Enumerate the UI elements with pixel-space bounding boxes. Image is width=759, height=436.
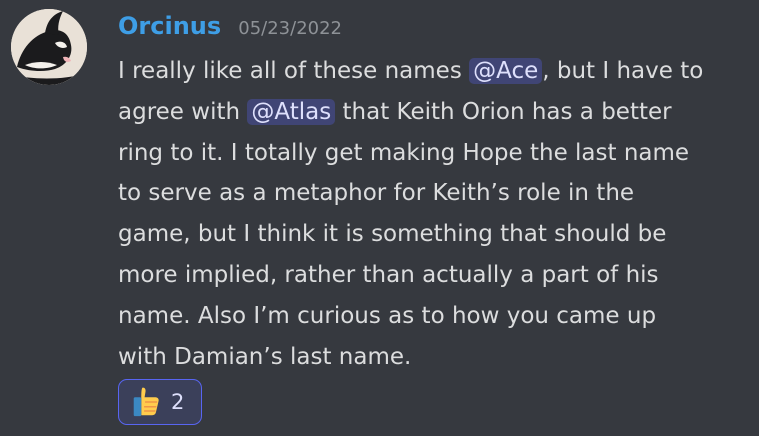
- mention-atlas[interactable]: @Atlas: [247, 98, 336, 125]
- message-line: I really like all of these names @Ace, b…: [118, 51, 748, 92]
- text-fragment: agree with: [118, 98, 248, 125]
- chat-message: Orcinus 05/23/2022 I really like all of …: [0, 0, 759, 436]
- text-fragment: I really like all of these names: [118, 58, 470, 84]
- message-line: more implied, rather than actually a par…: [118, 261, 659, 288]
- author-name[interactable]: Orcinus: [118, 12, 221, 40]
- text-fragment: , but I have to: [542, 58, 704, 84]
- orca-avatar-icon: [11, 9, 87, 85]
- message-line: ring to it. I totally get making Hope th…: [118, 139, 690, 166]
- message-line: with Damian’s last name.: [118, 343, 412, 370]
- reaction-button[interactable]: 2: [118, 379, 202, 425]
- message-content: I really like all of these names @Ace, b…: [118, 51, 748, 377]
- reaction-count: 2: [171, 390, 185, 414]
- thumbs-up-icon: [129, 385, 163, 419]
- text-fragment: that Keith Orion has a better: [335, 98, 672, 125]
- message-header: Orcinus 05/23/2022: [118, 10, 342, 42]
- message-line: to serve as a metaphor for Keith’s role …: [118, 180, 635, 207]
- message-line: game, but I think it is something that s…: [118, 221, 667, 248]
- message-line: name. Also I’m curious as to how you cam…: [118, 302, 657, 329]
- mention-ace[interactable]: @Ace: [469, 58, 543, 84]
- user-avatar[interactable]: [11, 9, 87, 85]
- message-timestamp[interactable]: 05/23/2022: [238, 18, 342, 39]
- message-line: agree with @Atlas that Keith Orion has a…: [118, 92, 748, 133]
